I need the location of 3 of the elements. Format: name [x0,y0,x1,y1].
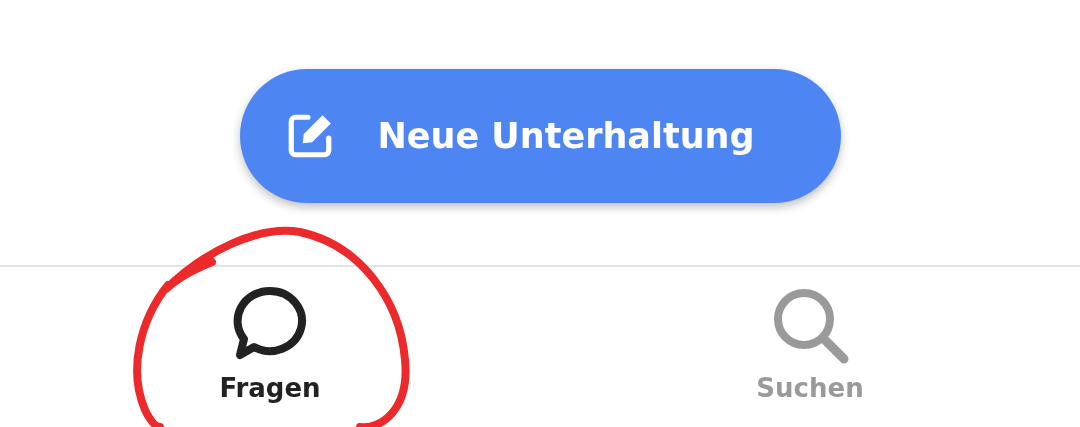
tab[interactable]: Fragen [0,267,540,404]
tab[interactable]: Suchen [540,267,1080,404]
new-conversation-button[interactable]: Neue Unterhaltung [239,69,841,203]
